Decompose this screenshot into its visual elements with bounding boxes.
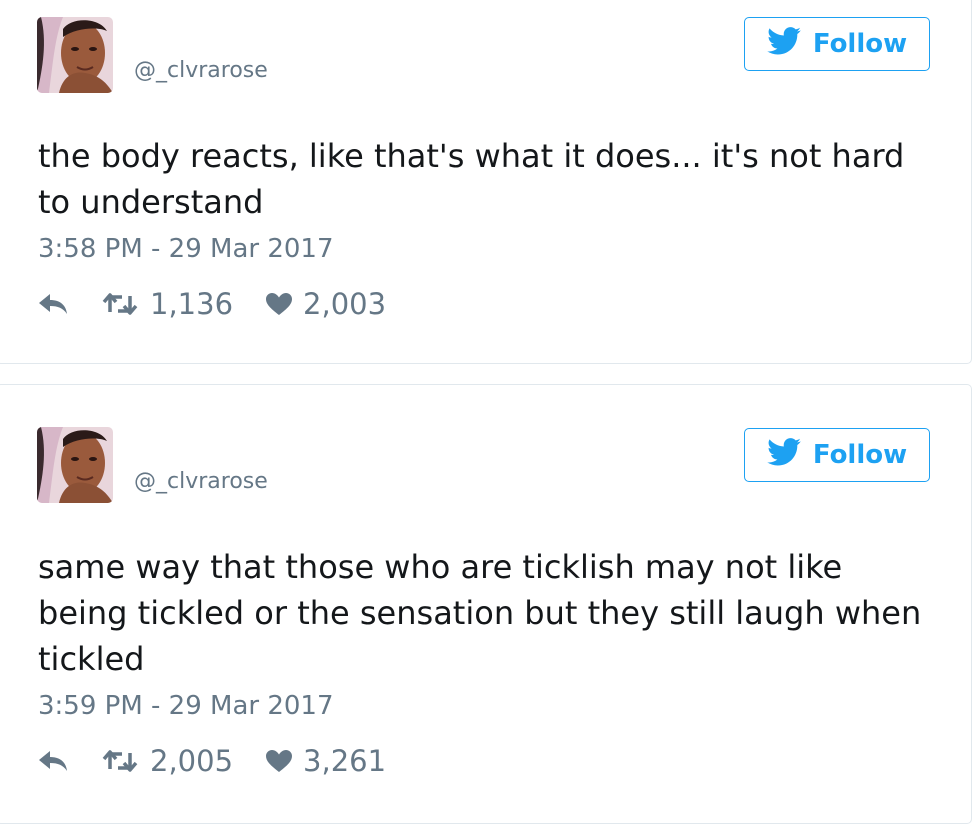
user-handle[interactable]: @_clvrarose	[134, 58, 268, 83]
retweet-count: 1,136	[150, 287, 234, 321]
twitter-bird-icon	[767, 26, 801, 62]
heart-icon	[265, 292, 293, 316]
avatar-image	[37, 427, 113, 503]
retweet-count: 2,005	[150, 744, 234, 778]
user-handle[interactable]: @_clvrarose	[134, 469, 268, 494]
tweet-timestamp[interactable]: 3:59 PM - 29 Mar 2017	[38, 691, 334, 721]
follow-button[interactable]: Follow	[744, 17, 930, 71]
retweet-icon	[102, 749, 138, 773]
like-button[interactable]: 2,003	[265, 287, 386, 321]
reply-icon	[38, 293, 68, 315]
follow-label: Follow	[812, 440, 908, 470]
tweet-text: the body reacts, like that's what it doe…	[38, 137, 905, 221]
retweet-button[interactable]: 2,005	[102, 744, 233, 778]
tweet-timestamp[interactable]: 3:58 PM - 29 Mar 2017	[38, 234, 334, 264]
like-button[interactable]: 3,261	[265, 744, 386, 778]
retweet-button[interactable]: 1,136	[102, 287, 233, 321]
like-count: 2,003	[303, 287, 387, 321]
tweet-actions: 1,136 2,003	[38, 287, 386, 321]
avatar[interactable]	[37, 17, 113, 93]
twitter-bird-icon	[767, 437, 801, 473]
retweet-icon	[102, 292, 138, 316]
like-count: 3,261	[303, 744, 387, 778]
follow-label: Follow	[812, 29, 908, 59]
tweet-text: same way that those who are ticklish may…	[38, 548, 922, 678]
heart-icon	[265, 749, 293, 773]
avatar[interactable]	[37, 427, 113, 503]
reply-button[interactable]	[38, 293, 68, 315]
follow-button[interactable]: Follow	[744, 428, 930, 482]
tweet-actions: 2,005 3,261	[38, 744, 386, 778]
avatar-image	[37, 17, 113, 93]
reply-button[interactable]	[38, 750, 68, 772]
tweet-card: @_clvrarose Follow the body reacts, like…	[0, 0, 972, 364]
tweet-card: @_clvrarose Follow same way that those w…	[0, 384, 972, 824]
reply-icon	[38, 750, 68, 772]
